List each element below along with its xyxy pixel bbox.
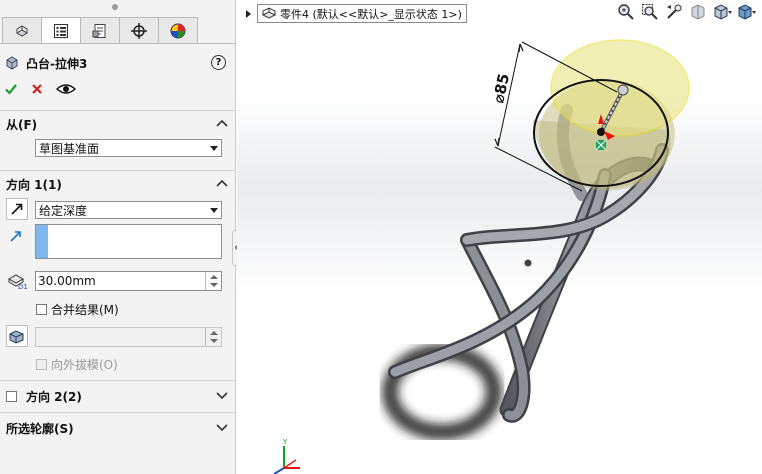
section-view-button[interactable] (688, 2, 708, 22)
tab-display-manager[interactable] (158, 17, 198, 44)
breadcrumb-label: 零件4 (默认<<默认>_显示状态 1>) (280, 7, 462, 21)
section-direction2[interactable]: 方向 2(2) (0, 387, 236, 405)
dropdown-arrow-icon (210, 208, 218, 213)
draft-angle-spinner[interactable] (205, 328, 221, 346)
tab-configuration-manager[interactable] (80, 17, 120, 44)
panel-grip[interactable] (112, 4, 118, 10)
tab-property-manager[interactable] (41, 17, 81, 44)
reverse-direction-button[interactable] (6, 198, 28, 220)
crosshair-icon (131, 23, 147, 39)
configuration-icon (92, 24, 106, 38)
view-orientation-button[interactable] (712, 2, 732, 22)
property-list-icon (54, 24, 68, 38)
direction2-checkbox[interactable] (6, 390, 17, 402)
cancel-x-icon[interactable] (30, 82, 44, 96)
graphics-viewport[interactable]: ⌀85 Y 零件4 (默认<<默认>_显示状态 1>) (237, 0, 762, 474)
display-style-icon (738, 4, 756, 20)
divider (0, 380, 236, 381)
draft-angle-input[interactable] (35, 327, 222, 347)
depth-spinner[interactable] (205, 272, 221, 290)
tab-feature-manager[interactable] (2, 17, 42, 44)
reverse-direction-icon (11, 203, 23, 215)
depth-dimension-icon: D1 (7, 274, 28, 290)
merge-result-option[interactable]: 合并结果(M) (36, 301, 119, 318)
section-view-icon (691, 4, 705, 20)
end-condition-select[interactable]: 给定深度 (35, 201, 222, 219)
action-buttons (4, 80, 76, 98)
section-contours-label: 所选轮廓(S) (6, 421, 74, 436)
from-select[interactable]: 草图基准面 (35, 139, 222, 157)
property-manager-panel: 凸台-拉伸3 ? 从(F) 草图基准面 方向 1(1) 给定深度 D1 30.0… (0, 0, 236, 474)
zoom-to-fit-icon (618, 4, 634, 20)
zoom-to-area-icon (642, 4, 658, 20)
depth-value: 30.00mm (38, 274, 96, 288)
tab-dimxpert-manager[interactable] (119, 17, 159, 44)
tabs-divider (0, 43, 236, 44)
section-direction1-label: 方向 1(1) (6, 177, 62, 192)
previous-view-button[interactable] (664, 2, 684, 22)
feature-tree-icon (16, 25, 28, 37)
diameter-label[interactable]: ⌀85 (489, 72, 513, 105)
expand-arrow-icon[interactable] (246, 10, 251, 18)
merge-result-checkbox[interactable] (36, 304, 47, 315)
section-from-label: 从(F) (6, 117, 38, 132)
draft-toggle-button[interactable] (6, 325, 28, 347)
feature-title: 凸台-拉伸3 (26, 56, 88, 71)
end-condition-value: 给定深度 (39, 203, 88, 218)
merge-result-label: 合并结果(M) (51, 303, 119, 317)
from-select-value: 草图基准面 (39, 141, 100, 156)
selection-highlight (36, 225, 48, 258)
chevron-down-icon[interactable] (216, 422, 228, 432)
dropdown-arrow-icon (210, 146, 218, 151)
draft-icon (9, 330, 24, 344)
divider (0, 170, 236, 171)
ok-check-icon[interactable] (4, 82, 18, 96)
section-from[interactable]: 从(F) (0, 115, 236, 133)
manager-tabs (0, 17, 236, 44)
axis-triad (273, 446, 300, 474)
model-scene: ⌀85 Y (273, 39, 690, 474)
svg-text:D1: D1 (18, 283, 28, 290)
triad-y-label: Y (282, 438, 288, 446)
direction-vector-icon (10, 231, 21, 242)
help-icon[interactable]: ? (211, 55, 226, 70)
depth-input[interactable]: 30.00mm (35, 271, 222, 291)
draft-outward-label: 向外拔模(O) (51, 358, 118, 372)
zoom-to-fit-button[interactable] (616, 2, 636, 22)
draft-outward-checkbox[interactable] (36, 359, 47, 370)
divider (0, 110, 236, 111)
boss-extrude-icon (6, 56, 18, 70)
part-icon (261, 7, 277, 19)
direction-reference-box[interactable] (35, 224, 222, 259)
zoom-to-area-button[interactable] (640, 2, 660, 22)
part-breadcrumb[interactable]: 零件4 (默认<<默认>_显示状态 1>) (246, 4, 467, 23)
chevron-up-icon[interactable] (216, 118, 228, 128)
section-direction2-label: 方向 2(2) (26, 389, 82, 404)
divider (0, 412, 236, 413)
section-selected-contours[interactable]: 所选轮廓(S) (0, 419, 236, 437)
previous-view-icon (667, 4, 682, 19)
display-style-button[interactable] (736, 2, 756, 22)
heads-up-view-toolbar (616, 2, 756, 22)
chevron-up-icon[interactable] (216, 178, 228, 188)
view-orientation-icon (714, 4, 732, 20)
section-direction1[interactable]: 方向 1(1) (0, 175, 236, 193)
draft-outward-option[interactable]: 向外拔模(O) (36, 356, 118, 373)
chevron-down-icon[interactable] (216, 390, 228, 400)
color-wheel-icon (170, 23, 186, 39)
sketch-point[interactable] (524, 259, 532, 267)
preview-eye-icon[interactable] (56, 82, 76, 96)
feature-header: 凸台-拉伸3 ? (4, 53, 232, 73)
